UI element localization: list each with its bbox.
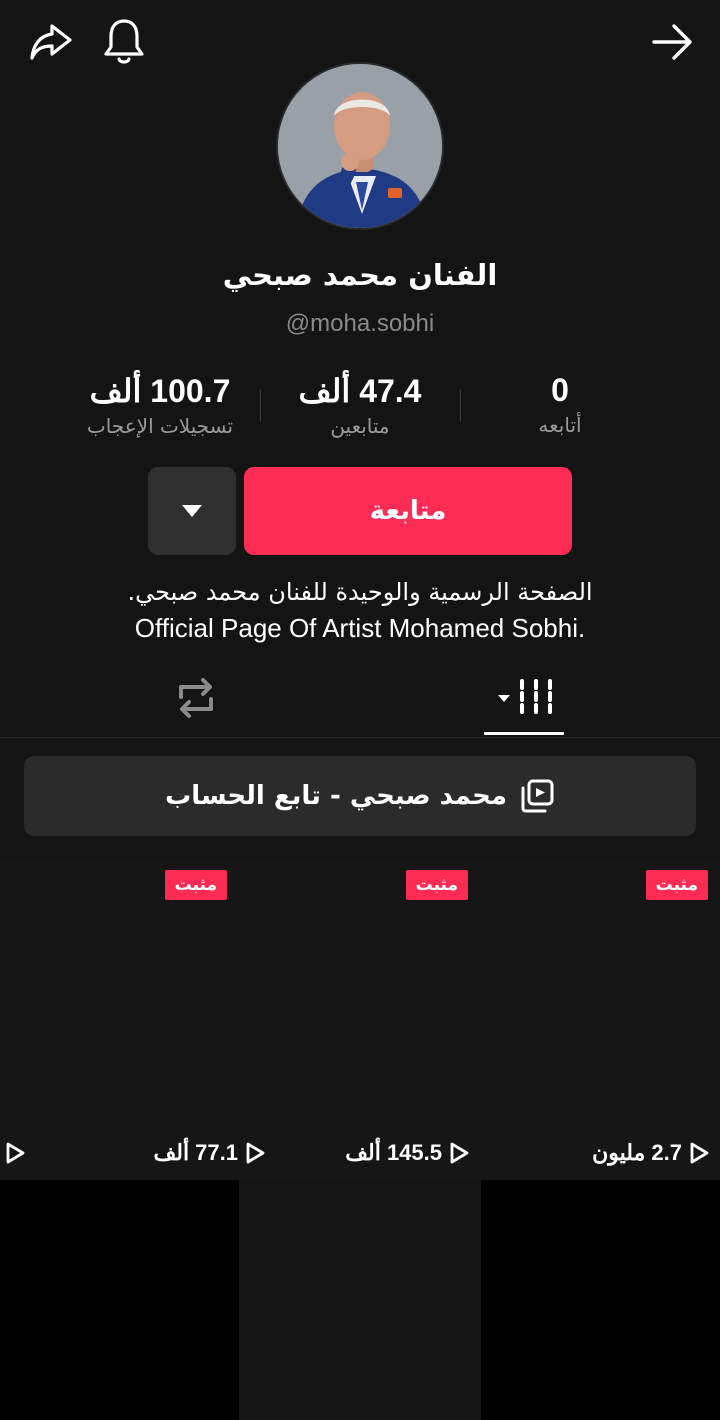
profile-name: الفنان محمد صبحي [222, 258, 498, 292]
bell-icon [104, 19, 144, 64]
caret-down-icon [182, 505, 202, 517]
following-count: 0 [551, 372, 569, 408]
stat-divider [260, 390, 261, 422]
view-count: 77.1 ألف [153, 1136, 266, 1170]
profile-bio: الصفحة الرسمية والوحيدة للفنان محمد صبحي… [0, 574, 720, 646]
play-outline-icon [6, 1142, 25, 1164]
likes-count: 100.7 ألف [89, 373, 231, 409]
follow-button[interactable]: متابعة [244, 467, 572, 555]
arrow-right-icon [652, 24, 692, 60]
view-count: 145.5 ألف [345, 1136, 470, 1170]
video-thumbnail[interactable] [481, 1180, 720, 1420]
grid-bars-icon [498, 679, 552, 717]
tab-videos[interactable] [482, 670, 566, 726]
pinned-badge: مثبت [164, 870, 227, 900]
play-outline-icon [690, 1142, 709, 1164]
followers-stat[interactable]: 47.4 ألف متابعين [280, 372, 440, 438]
content-tabs [0, 664, 720, 738]
likes-label: تسجيلات الإعجاب [86, 414, 234, 438]
playlist-icon [521, 779, 554, 813]
tab-reposts[interactable] [166, 670, 226, 726]
likes-stat[interactable]: 100.7 ألف تسجيلات الإعجاب [60, 372, 260, 438]
share-button[interactable] [24, 16, 76, 68]
video-thumbnail[interactable]: مثبت [481, 858, 720, 1180]
following-stat[interactable]: 0 أتابعه [510, 372, 610, 437]
view-count-text: 77.1 ألف [153, 1140, 238, 1165]
play-outline-icon [246, 1142, 265, 1164]
video-thumbnail[interactable] [0, 1180, 239, 1420]
view-count-text: 2.7 مليون [592, 1140, 682, 1165]
video-thumbnail[interactable]: مثبت [0, 858, 239, 1180]
bio-english: Official Page Of Artist Mohamed Sobhi. [134, 613, 586, 643]
view-count-partial [4, 1136, 26, 1170]
view-count: 2.7 مليون [592, 1136, 710, 1170]
playlist-label: محمد صبحي - تابع الحساب [165, 781, 507, 811]
suggested-accounts-button[interactable] [148, 467, 236, 555]
avatar-photo [278, 64, 442, 228]
profile-avatar[interactable] [276, 62, 444, 230]
repost-icon [179, 678, 213, 718]
video-thumbnail[interactable]: مثبت [241, 858, 480, 1180]
bio-arabic: الصفحة الرسمية والوحيدة للفنان محمد صبحي… [127, 578, 593, 606]
playlist-card[interactable]: محمد صبحي - تابع الحساب [24, 756, 696, 836]
followers-label: متابعين [330, 414, 390, 438]
active-tab-indicator [484, 732, 564, 735]
profile-handle: @moha.sobhi [285, 310, 435, 337]
back-button[interactable] [644, 16, 700, 68]
following-label: أتابعه [538, 413, 582, 437]
stat-divider [460, 390, 461, 422]
video-thumbnail[interactable] [241, 1180, 480, 1420]
notifications-button[interactable] [98, 14, 150, 68]
share-arrow-icon [30, 24, 72, 60]
profile-stats: 100.7 ألف تسجيلات الإعجاب 47.4 ألف متابع… [40, 372, 680, 452]
view-count-text: 145.5 ألف [345, 1140, 442, 1165]
followers-count: 47.4 ألف [298, 373, 422, 409]
play-outline-icon [450, 1142, 469, 1164]
pinned-badge: مثبت [405, 870, 468, 900]
pinned-badge: مثبت [645, 870, 708, 900]
